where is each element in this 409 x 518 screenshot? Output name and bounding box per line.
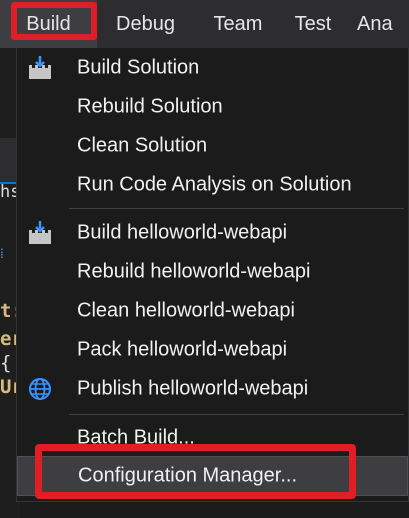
menu-separator	[69, 414, 404, 415]
menu-item-label: Clean helloworld-webapi	[77, 299, 295, 322]
menu-item-label: Batch Build...	[77, 426, 195, 449]
menu-item-label: Publish helloworld-webapi	[77, 377, 309, 400]
menu-team[interactable]: Team	[197, 0, 279, 48]
menu-item-label: Run Code Analysis on Solution	[77, 173, 352, 196]
menu-item-batch-build[interactable]: Batch Build...	[17, 419, 408, 457]
menu-item-clean-project[interactable]: Clean helloworld-webapi	[17, 292, 408, 330]
editor-glyph: ⁞	[0, 246, 4, 262]
menu-item-label: Rebuild Solution	[77, 95, 223, 118]
menu-separator	[69, 208, 404, 209]
menu-item-rebuild-solution[interactable]: Rebuild Solution	[17, 88, 408, 126]
menu-item-publish-project[interactable]: Publish helloworld-webapi	[17, 370, 408, 408]
menu-item-label: Configuration Manager...	[78, 464, 298, 487]
menu-item-label: Build Solution	[77, 56, 200, 79]
menu-item-label: Clean Solution	[77, 134, 208, 157]
menu-debug[interactable]: Debug	[97, 0, 197, 48]
menu-item-clean-solution[interactable]: Clean Solution	[17, 127, 408, 165]
menu-item-configuration-manager[interactable]: Configuration Manager...	[17, 456, 408, 496]
menu-bar: Build Debug Team Test Ana	[0, 0, 409, 48]
editor-text-fragment: {	[0, 352, 12, 374]
menu-item-run-code-analysis[interactable]: Run Code Analysis on Solution	[17, 166, 408, 204]
menu-item-label: Rebuild helloworld-webapi	[77, 260, 311, 283]
menu-item-label: Pack helloworld-webapi	[77, 338, 288, 361]
menu-item-pack-project[interactable]: Pack helloworld-webapi	[17, 331, 408, 369]
menu-item-label: Build helloworld-webapi	[77, 221, 288, 244]
menu-item-rebuild-project[interactable]: Rebuild helloworld-webapi	[17, 253, 408, 291]
menu-analyze[interactable]: Ana	[347, 0, 393, 48]
vs-build-menu-screenshot: hs ⁞ t: er { Ur Build Debug Team Test An…	[0, 0, 409, 518]
build-menu-dropdown: Build Solution Rebuild Solution Clean So…	[16, 48, 409, 502]
build-icon	[27, 55, 53, 81]
menu-item-build-project[interactable]: Build helloworld-webapi	[17, 214, 408, 252]
globe-icon	[27, 376, 53, 402]
menu-build[interactable]: Build	[0, 0, 97, 48]
menu-test[interactable]: Test	[279, 0, 347, 48]
menu-item-build-solution[interactable]: Build Solution	[17, 49, 408, 87]
build-icon	[27, 220, 53, 246]
